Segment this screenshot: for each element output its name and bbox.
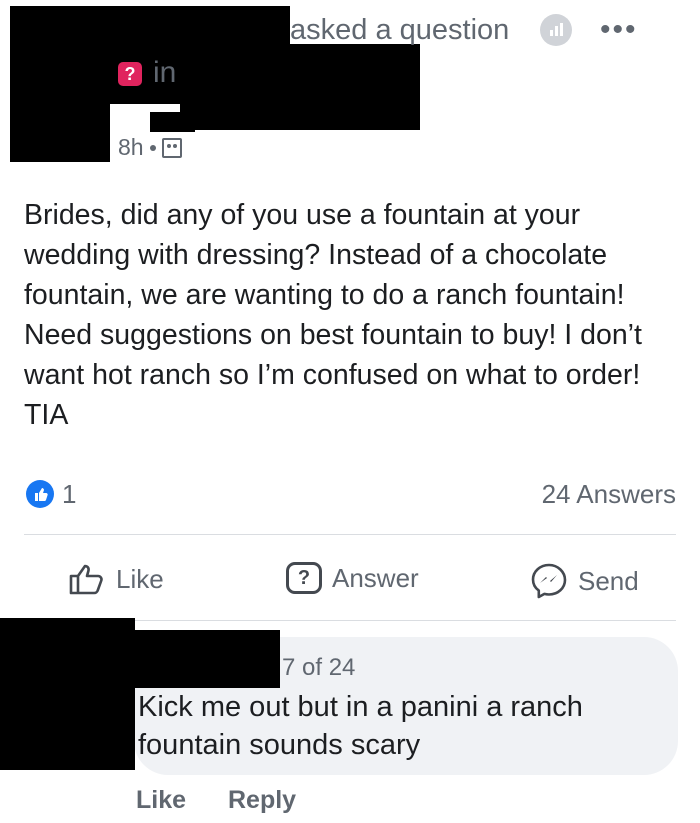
post-time[interactable]: 8h (118, 134, 144, 161)
redacted-name-extension (180, 44, 420, 130)
send-label: Send (578, 565, 639, 596)
comment-reply-button[interactable]: Reply (228, 786, 296, 815)
question-badge-icon: ? (118, 62, 142, 86)
comment-like-button[interactable]: Like (136, 786, 186, 815)
comment-text: Kick me out but in a panini a ranch foun… (138, 691, 583, 761)
messenger-icon (531, 563, 567, 599)
redacted-avatar (10, 100, 110, 162)
redacted-commenter-name (130, 630, 280, 688)
more-options-icon[interactable]: ••• (600, 15, 638, 45)
question-icon: ? (286, 562, 322, 594)
signal-icon[interactable] (540, 14, 572, 46)
group-prefix: in (153, 56, 177, 89)
answer-label: Answer (332, 562, 419, 593)
redacted-commenter-avatar (0, 618, 135, 770)
reaction-count[interactable]: 1 (62, 479, 76, 510)
redacted-group-name (150, 112, 195, 132)
separator-dot (149, 144, 156, 151)
comment-answer-position: 7 of 24 (282, 654, 356, 681)
post-meta: 8h (118, 134, 182, 161)
like-reaction-icon[interactable] (26, 480, 54, 508)
send-button[interactable]: Send (530, 562, 639, 600)
post-body: Brides, did any of you use a fountain at… (24, 199, 642, 431)
answers-count-link[interactable]: 24 Answers (542, 479, 676, 510)
thumbs-up-icon (69, 564, 103, 595)
like-label: Like (116, 563, 164, 594)
group-audience-icon (161, 137, 182, 158)
divider (24, 534, 676, 535)
answer-button[interactable]: ? Answer (286, 562, 419, 594)
header-action-text: asked a question (290, 14, 510, 46)
like-button[interactable]: Like (68, 562, 164, 596)
